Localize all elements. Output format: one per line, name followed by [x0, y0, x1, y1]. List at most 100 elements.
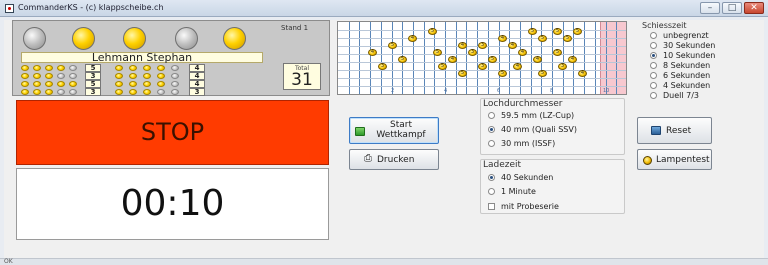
grid-line: [498, 22, 500, 94]
shot-marker: 3: [478, 42, 487, 49]
probeserie-label: mit Probeserie: [501, 202, 559, 211]
lochdurchmesser-radio[interactable]: [488, 126, 495, 133]
ladezeit-radio[interactable]: [488, 174, 495, 181]
hit-dot: [129, 65, 137, 71]
ladezeit-title: Ladezeit: [483, 160, 522, 170]
shot-marker: 5: [498, 70, 507, 77]
status-bar-text: OK: [4, 258, 13, 265]
schiesszeit-radio[interactable]: [650, 42, 657, 49]
shot-marker: 5: [553, 49, 562, 56]
lampentest-button[interactable]: Lampentest: [637, 149, 712, 170]
grid-line: [338, 38, 626, 39]
ladezeit-radio[interactable]: [488, 188, 495, 195]
shot-marker: 5: [388, 42, 397, 49]
minimize-button[interactable]: –: [700, 2, 720, 14]
grid-axis-number: 8: [550, 88, 554, 94]
reset-button[interactable]: Reset: [637, 117, 712, 144]
hit-dot: [45, 73, 53, 79]
lochdurchmesser-title: Lochdurchmesser: [483, 99, 563, 109]
schiesszeit-option-label: unbegrenzt: [663, 31, 709, 40]
lamp-icon: [643, 156, 652, 165]
schiesszeit-option-label: 8 Sekunden: [663, 61, 711, 70]
start-wettkampf-label: Start Wettkampf: [376, 120, 426, 140]
grid-line: [423, 22, 425, 94]
status-lamp: [223, 27, 246, 50]
hit-dot: [57, 65, 65, 71]
grid-line: [466, 22, 468, 94]
lochdurchmesser-option-label: 30 mm (ISSF): [501, 139, 556, 148]
lochdurchmesser-option-label: 59.5 mm (LZ-Cup): [501, 111, 575, 120]
lampentest-label: Lampentest: [656, 155, 710, 165]
schiesszeit-option-label: Duell 7/3: [663, 91, 700, 100]
status-lamp: [175, 27, 198, 50]
hit-dot: [143, 81, 151, 87]
window-title: CommanderKS - (c) klappscheibe.ch: [18, 3, 164, 12]
grid-line: [477, 22, 479, 94]
shot-marker: 4: [533, 56, 542, 63]
hit-dot: [57, 81, 65, 87]
hit-dot: [157, 89, 165, 95]
shot-marker: 4: [448, 56, 457, 63]
shot-marker: 3: [378, 63, 387, 70]
series-count: 3: [85, 72, 101, 80]
ladezeit-option-label: 1 Minute: [501, 187, 536, 196]
hit-dot: [129, 81, 137, 87]
hit-dot: [57, 73, 65, 79]
status-lamp: [72, 27, 95, 50]
shooter-panel: Stand 1 Lehmann Stephan 54345433 Total 3…: [12, 20, 330, 96]
total-box: Total 31: [283, 63, 321, 90]
grid-line: [380, 22, 382, 94]
grid-axis-number: 10: [603, 88, 610, 94]
schiesszeit-option-label: 30 Sekunden: [663, 41, 716, 50]
shot-marker: 4: [368, 49, 377, 56]
schiesszeit-radio[interactable]: [650, 62, 657, 69]
grid-axis-number: 4: [444, 88, 448, 94]
grid-line: [594, 22, 596, 94]
schiesszeit-radio[interactable]: [650, 52, 657, 59]
maximize-button[interactable]: □: [722, 2, 742, 14]
lochdurchmesser-radio[interactable]: [488, 140, 495, 147]
grid-axis-number: 6: [497, 88, 501, 94]
lochdurchmesser-radio[interactable]: [488, 112, 495, 119]
grid-line: [616, 22, 618, 94]
schiesszeit-radio[interactable]: [650, 32, 657, 39]
lochdurchmesser-option-label: 40 mm (Quali SSV): [501, 125, 577, 134]
grid-line: [562, 22, 564, 94]
schiesszeit-radio[interactable]: [650, 82, 657, 89]
reset-icon: [651, 126, 661, 135]
schiesszeit-option-label: 10 Sekunden: [663, 51, 716, 60]
shot-marker: 3: [468, 49, 477, 56]
status-lamp: [23, 27, 46, 50]
hit-dot: [143, 89, 151, 95]
grid-line: [605, 22, 607, 94]
drucken-button[interactable]: ⎙ Drucken: [349, 149, 439, 170]
close-button[interactable]: ✕: [744, 2, 764, 14]
shot-grid: 2 4 6 8 10 5 5 5 5 4 4 5 5 5 4 3 4 4 5 3 4 5 5 4 5 4 4 3 5 3 4 3 5 5 5 4: [337, 21, 627, 95]
hit-dot: [45, 81, 53, 87]
hit-dot: [21, 65, 29, 71]
series-count: 3: [189, 88, 205, 96]
hit-dot: [157, 65, 165, 71]
shot-marker: 4: [513, 63, 522, 70]
hit-dot: [171, 89, 179, 95]
shot-marker: 5: [563, 35, 572, 42]
probeserie-checkbox[interactable]: [488, 203, 495, 210]
drucken-label: Drucken: [377, 155, 415, 165]
start-wettkampf-button[interactable]: Start Wettkampf: [349, 117, 439, 144]
schiesszeit-title: Schiesszeit: [642, 21, 687, 30]
grid-line: [338, 54, 626, 55]
grid-line: [519, 22, 521, 94]
schiesszeit-radio[interactable]: [650, 72, 657, 79]
shot-marker: 5: [428, 28, 437, 35]
shot-marker: 4: [458, 42, 467, 49]
shot-marker: 5: [528, 28, 537, 35]
schiesszeit-radio[interactable]: [650, 92, 657, 99]
total-value: 31: [291, 70, 313, 90]
hit-dot: [69, 81, 77, 87]
hit-dot: [45, 65, 53, 71]
series-count: 5: [85, 80, 101, 88]
grid-line: [412, 22, 414, 94]
printer-icon: ⎙: [364, 153, 372, 164]
hit-dot: [171, 81, 179, 87]
timer-value: 00:10: [120, 183, 225, 224]
